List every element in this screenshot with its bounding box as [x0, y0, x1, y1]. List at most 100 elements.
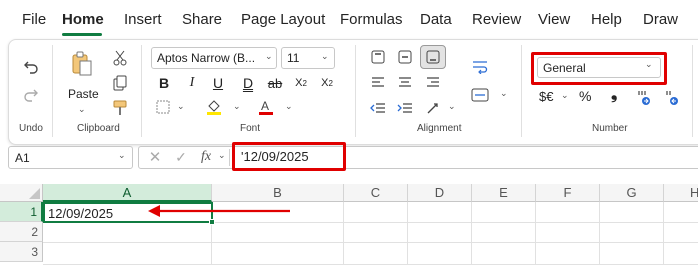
excel-window: File Home Insert Share Page Layout Formu… — [0, 0, 698, 265]
copy-icon[interactable] — [111, 74, 129, 92]
row-header-label: 3 — [31, 244, 38, 259]
cut-icon[interactable] — [111, 49, 129, 67]
align-top-icon[interactable] — [369, 48, 387, 66]
column-header-d[interactable]: D — [408, 184, 472, 202]
grid-column-f — [536, 202, 600, 265]
undo-icon[interactable] — [22, 57, 40, 75]
chevron-down-icon[interactable]: ⌄ — [285, 101, 293, 112]
chevron-down-icon: ⌄ — [321, 51, 329, 61]
paste-icon[interactable] — [70, 50, 94, 78]
currency-format-icon[interactable]: $€ — [539, 89, 553, 104]
chevron-down-icon[interactable]: ⌄ — [448, 101, 456, 112]
percent-format-icon[interactable]: % — [579, 88, 591, 104]
font-color-icon[interactable]: A — [258, 98, 274, 116]
clipboard-group-label: Clipboard — [77, 123, 120, 134]
align-center-icon[interactable] — [396, 74, 414, 90]
cell-a1-value: 12/09/2025 — [48, 206, 114, 221]
insert-function-icon[interactable]: fx — [201, 149, 211, 165]
svg-text:A: A — [261, 99, 269, 113]
column-header-b[interactable]: B — [212, 184, 344, 202]
grid-column-c — [344, 202, 408, 265]
column-header-label: D — [434, 185, 445, 200]
column-header-c[interactable]: C — [344, 184, 408, 202]
borders-icon[interactable] — [155, 99, 171, 115]
row-header-2[interactable]: 2 — [0, 222, 43, 242]
align-right-icon[interactable] — [424, 74, 442, 90]
cancel-icon[interactable]: ✕ — [147, 149, 163, 166]
tab-file[interactable]: File — [22, 11, 46, 28]
row-header-3[interactable]: 3 — [0, 242, 43, 262]
grid-column-h — [664, 202, 698, 265]
tab-share[interactable]: Share — [182, 11, 222, 28]
column-header-label: H — [690, 185, 698, 200]
decrease-indent-icon[interactable] — [369, 100, 387, 116]
alignment-group-label: Alignment — [417, 123, 462, 134]
tab-draw[interactable]: Draw — [643, 11, 678, 28]
undo-group-label: Undo — [19, 123, 43, 134]
formula-input[interactable]: '12/09/2025 — [241, 149, 309, 164]
tab-home[interactable]: Home — [62, 11, 104, 28]
tab-view[interactable]: View — [538, 11, 570, 28]
column-header-f[interactable]: F — [536, 184, 600, 202]
chevron-down-icon: ⌄ — [645, 59, 653, 69]
column-header-e[interactable]: E — [472, 184, 536, 202]
column-header-label: G — [626, 185, 637, 200]
chevron-down-icon[interactable]: ⌄ — [177, 101, 185, 112]
bold-icon[interactable]: B — [156, 74, 172, 92]
formula-divider — [229, 149, 230, 166]
underline-icon[interactable]: U — [210, 74, 226, 92]
number-format-dropdown[interactable]: General — [537, 57, 661, 78]
grid-column-e — [472, 202, 536, 265]
tab-review[interactable]: Review — [472, 11, 521, 28]
merge-center-icon[interactable] — [470, 86, 490, 104]
grid-row-line — [43, 242, 698, 243]
decrease-decimal-icon[interactable] — [663, 88, 681, 106]
align-middle-icon[interactable] — [396, 48, 414, 66]
column-header-a[interactable]: A — [43, 184, 212, 202]
column-header-label: E — [499, 185, 508, 200]
annotation-arrow — [148, 205, 290, 217]
group-divider — [141, 45, 142, 137]
align-left-icon[interactable] — [369, 74, 387, 90]
tab-help[interactable]: Help — [591, 11, 622, 28]
chevron-down-icon[interactable]: ⌄ — [118, 150, 126, 161]
tab-data[interactable]: Data — [420, 11, 452, 28]
increase-decimal-icon[interactable] — [635, 88, 653, 106]
font-name-dropdown[interactable]: Aptos Narrow (B... — [151, 47, 277, 69]
column-header-label: C — [370, 185, 381, 200]
column-header-label: B — [273, 185, 282, 200]
comma-format-icon[interactable]: ❟ — [611, 86, 617, 104]
subscript-icon[interactable]: X2 — [292, 74, 310, 92]
column-header-label: A — [122, 184, 132, 200]
orientation-icon[interactable] — [424, 100, 442, 116]
superscript-icon[interactable]: X2 — [318, 74, 336, 92]
tab-page-layout[interactable]: Page Layout — [241, 11, 325, 28]
select-all-corner[interactable] — [0, 184, 43, 202]
tab-formulas[interactable]: Formulas — [340, 11, 403, 28]
paste-label[interactable]: Paste — [68, 87, 99, 101]
row-header-1[interactable]: 1 — [0, 202, 43, 222]
name-box[interactable]: A1 — [8, 146, 133, 169]
italic-icon[interactable]: I — [184, 74, 200, 92]
font-size-value: 11 — [287, 51, 300, 65]
fill-color-icon[interactable] — [205, 98, 223, 116]
redo-icon[interactable] — [22, 85, 40, 103]
fill-handle[interactable] — [209, 219, 215, 225]
chevron-down-icon[interactable]: ⌄ — [233, 101, 241, 112]
double-underline-icon[interactable]: D — [240, 74, 256, 92]
chevron-down-icon[interactable]: ⌄ — [561, 90, 569, 101]
wrap-text-icon[interactable] — [470, 59, 490, 75]
enter-icon[interactable]: ✓ — [173, 149, 189, 165]
paste-chevron-icon[interactable]: ⌄ — [78, 104, 86, 115]
chevron-down-icon[interactable]: ⌄ — [218, 150, 226, 161]
column-header-g[interactable]: G — [600, 184, 664, 202]
chevron-down-icon: ⌄ — [265, 51, 273, 61]
strikethrough-icon[interactable]: ab — [265, 74, 285, 92]
number-format-value: General — [543, 60, 586, 75]
align-bottom-icon[interactable] — [420, 45, 446, 69]
increase-indent-icon[interactable] — [396, 100, 414, 116]
format-painter-icon[interactable] — [111, 99, 129, 117]
chevron-down-icon[interactable]: ⌄ — [500, 88, 508, 99]
column-header-h[interactable]: H — [664, 184, 698, 202]
tab-insert[interactable]: Insert — [124, 11, 162, 28]
